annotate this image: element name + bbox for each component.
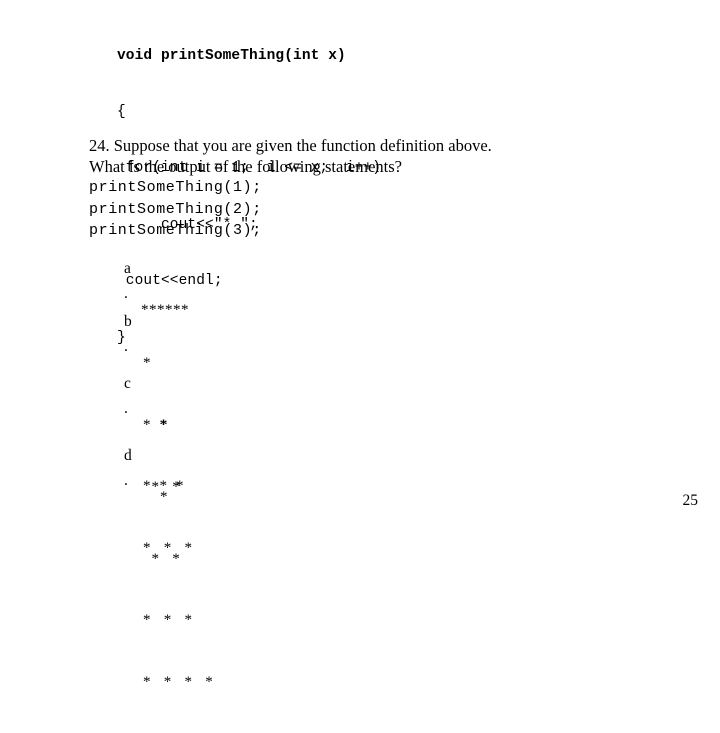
star-row: * — [143, 355, 151, 371]
answer-choice-pattern: * * * * * * * * * * — [143, 446, 213, 733]
slide-canvas: void printSomeThing(int x) { for(int i =… — [0, 0, 720, 690]
star-row: * * * * — [143, 673, 214, 690]
star-row: * * — [143, 550, 181, 567]
star-row: * * * — [143, 612, 193, 628]
star-row: * — [143, 489, 168, 505]
page-number: 25 — [682, 492, 699, 509]
answer-choice-list: a . ****** b . * * * * * * c . * * * * *… — [0, 0, 720, 690]
star-row: * — [143, 417, 168, 433]
